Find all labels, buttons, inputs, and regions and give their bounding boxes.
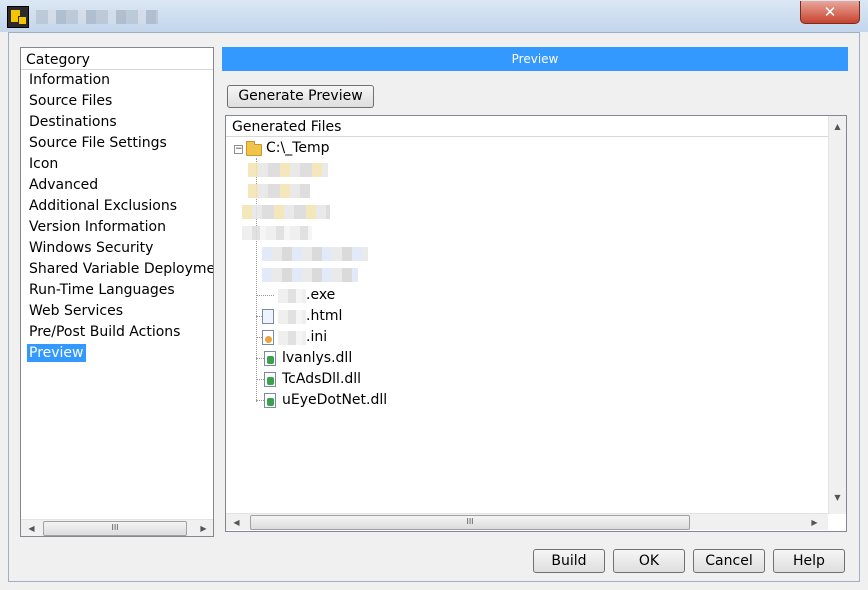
scroll-right-arrow-icon[interactable]: ▶: [195, 521, 212, 536]
category-item-information[interactable]: Information: [26, 70, 213, 91]
category-list[interactable]: Category Information Source Files Destin…: [20, 47, 214, 537]
preview-section-title: Preview: [222, 47, 848, 71]
blurred-file-name: [278, 310, 306, 324]
file-tree: − C:\_Temp .exe .html .ini lvanlys.dll T…: [226, 138, 826, 514]
category-item-web-services[interactable]: Web Services: [26, 301, 213, 322]
category-header: Category: [21, 48, 213, 70]
blurred-tree-node: [262, 268, 358, 282]
scroll-up-arrow-icon[interactable]: ▲: [829, 118, 846, 135]
dll-file-icon: [264, 393, 276, 408]
build-properties-dialog: ✕ Category Information Source Files Dest…: [0, 0, 868, 590]
help-button[interactable]: Help: [773, 549, 845, 573]
files-horizontal-scrollbar[interactable]: ◀ III ▶: [226, 513, 828, 530]
tree-node-exe[interactable]: .exe: [306, 285, 335, 305]
generated-files-header: Generated Files: [226, 116, 828, 137]
scroll-left-arrow-icon[interactable]: ◀: [228, 515, 245, 530]
blurred-file-name: [278, 331, 306, 345]
tree-node-html[interactable]: .html: [306, 306, 342, 326]
scroll-thumb[interactable]: III: [250, 515, 690, 530]
close-icon: ✕: [823, 3, 837, 21]
category-item-shared-variable-deployment[interactable]: Shared Variable Deploymen: [26, 259, 213, 280]
dll-file-icon: [264, 372, 276, 387]
category-item-source-file-settings[interactable]: Source File Settings: [26, 133, 213, 154]
tree-node-tcadsdll-dll[interactable]: TcAdsDll.dll: [282, 369, 361, 389]
category-item-run-time-languages[interactable]: Run-Time Languages: [26, 280, 213, 301]
category-item-pre-post-build-actions[interactable]: Pre/Post Build Actions: [26, 322, 213, 343]
dll-file-icon: [264, 351, 276, 366]
ok-button[interactable]: OK: [613, 549, 685, 573]
collapse-icon[interactable]: −: [234, 145, 243, 154]
tree-node-ini[interactable]: .ini: [306, 327, 327, 347]
category-horizontal-scrollbar[interactable]: ◀ III ▶: [21, 519, 213, 536]
category-item-advanced[interactable]: Advanced: [26, 175, 213, 196]
blurred-tree-node: [262, 247, 368, 261]
build-button[interactable]: Build: [533, 549, 605, 573]
cancel-button[interactable]: Cancel: [693, 549, 765, 573]
blurred-tree-node: [242, 205, 330, 219]
category-item-source-files[interactable]: Source Files: [26, 91, 213, 112]
blurred-tree-node: [248, 163, 328, 177]
generated-files-tree[interactable]: Generated Files − C:\_Temp .exe .html .i…: [225, 115, 847, 532]
scroll-down-arrow-icon[interactable]: ▼: [829, 489, 846, 506]
category-item-version-information[interactable]: Version Information: [26, 217, 213, 238]
category-items: Information Source Files Destinations So…: [26, 70, 213, 364]
category-item-additional-exclusions[interactable]: Additional Exclusions: [26, 196, 213, 217]
close-window-button[interactable]: ✕: [800, 1, 860, 24]
blurred-window-title: [36, 10, 158, 24]
tree-node-root[interactable]: C:\_Temp: [266, 138, 330, 158]
labview-app-icon: [7, 6, 29, 28]
files-vertical-scrollbar[interactable]: ▲ ▼: [828, 116, 846, 514]
scroll-thumb[interactable]: III: [43, 521, 187, 536]
folder-icon: [246, 141, 262, 156]
tree-guide-line: [256, 295, 274, 296]
blurred-file-name: [278, 289, 306, 303]
generate-preview-button[interactable]: Generate Preview: [227, 85, 374, 108]
category-item-preview[interactable]: Preview: [26, 343, 213, 364]
scroll-right-arrow-icon[interactable]: ▶: [806, 515, 823, 530]
category-item-destinations[interactable]: Destinations: [26, 112, 213, 133]
html-file-icon: [262, 309, 274, 324]
category-item-icon[interactable]: Icon: [26, 154, 213, 175]
ini-file-icon: [262, 330, 274, 345]
tree-node-lvanlys-dll[interactable]: lvanlys.dll: [282, 348, 352, 368]
title-bar: ✕: [0, 0, 868, 32]
scroll-left-arrow-icon[interactable]: ◀: [23, 521, 40, 536]
blurred-tree-node: [242, 226, 312, 240]
blurred-tree-node: [248, 184, 310, 198]
category-item-windows-security[interactable]: Windows Security: [26, 238, 213, 259]
tree-node-ueyedotnet-dll[interactable]: uEyeDotNet.dll: [282, 390, 387, 410]
